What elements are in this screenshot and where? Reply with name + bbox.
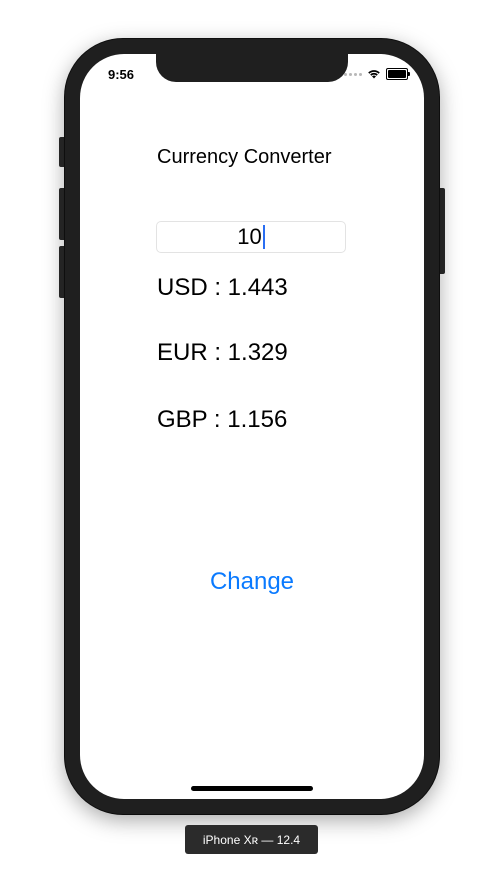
status-icons bbox=[344, 68, 410, 80]
amount-input-value[interactable]: 10 bbox=[237, 224, 261, 250]
change-button[interactable]: Change bbox=[80, 568, 424, 596]
rate-gbp: GBP : 1.156 bbox=[157, 406, 288, 433]
page-title: Currency Converter bbox=[157, 146, 332, 168]
cellular-signal-icon bbox=[344, 72, 362, 76]
simulator-device-label: iPhone Xʀ — 12.4 bbox=[185, 825, 318, 854]
notch bbox=[156, 54, 348, 82]
amount-input[interactable]: 10 bbox=[156, 221, 346, 253]
text-caret bbox=[262, 225, 265, 249]
battery-icon bbox=[386, 68, 410, 80]
device-screen: 9:56 Currency Converter 10 USD : 1.443 E… bbox=[80, 54, 424, 799]
rate-eur: EUR : 1.329 bbox=[157, 339, 288, 366]
home-indicator[interactable] bbox=[191, 786, 313, 791]
status-time: 9:56 bbox=[108, 67, 135, 82]
power-button bbox=[438, 188, 445, 274]
wifi-icon bbox=[368, 70, 380, 79]
rate-usd: USD : 1.443 bbox=[157, 274, 288, 301]
